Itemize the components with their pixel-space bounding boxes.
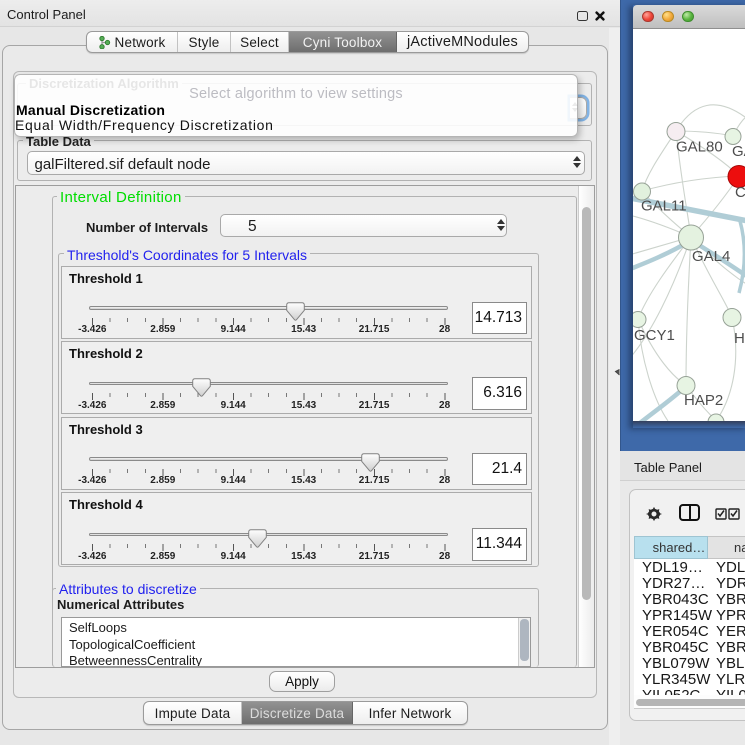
svg-text:GA: GA [732, 143, 745, 160]
svg-text:C: C [735, 184, 745, 201]
svg-text:HA: HA [734, 330, 745, 347]
svg-text:GCY1: GCY1 [634, 327, 675, 344]
svg-text:GAL11: GAL11 [641, 198, 687, 215]
svg-text:GAL4: GAL4 [692, 248, 730, 265]
svg-text:GAL80: GAL80 [676, 139, 723, 156]
svg-text:HAP2: HAP2 [684, 392, 723, 409]
